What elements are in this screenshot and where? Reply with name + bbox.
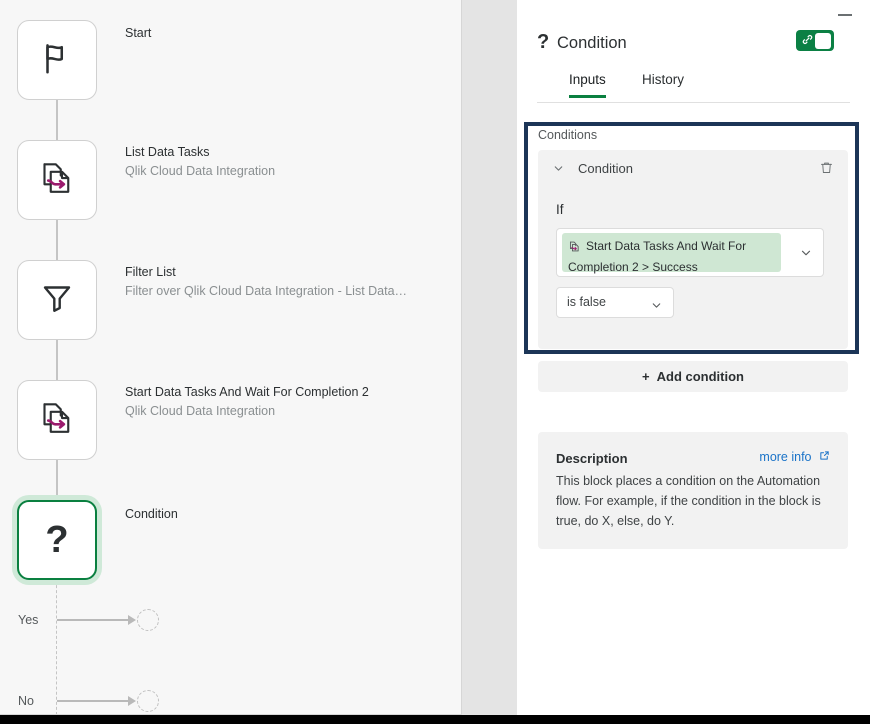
flow-canvas[interactable]: Start List Data Tasks Qlik Cloud Data In… <box>0 0 462 715</box>
question-icon: ? <box>45 519 69 561</box>
branch-line-no <box>57 700 129 702</box>
flow-node-list-data-tasks[interactable] <box>17 140 97 220</box>
data-task-icon <box>568 240 581 258</box>
flow-node-condition-label: Condition <box>125 505 178 524</box>
flow-node-title: List Data Tasks <box>125 145 210 159</box>
description-card: Description more info This block places … <box>538 432 848 549</box>
connector-startdata-condition <box>56 459 58 501</box>
branch-label-yes: Yes <box>18 613 39 627</box>
branch-line-yes <box>57 619 129 621</box>
flow-node-title: Start Data Tasks And Wait For Completion… <box>125 385 369 399</box>
enabled-toggle[interactable] <box>796 30 834 51</box>
chevron-down-icon[interactable] <box>799 246 813 265</box>
filter-icon <box>39 280 75 321</box>
link-icon <box>801 33 814 51</box>
chevron-down-icon <box>650 299 663 317</box>
plus-icon: + <box>642 369 650 384</box>
flow-node-subtitle: Qlik Cloud Data Integration <box>125 163 276 178</box>
flow-node-filter-list[interactable] <box>17 260 97 340</box>
screenshot-bottom-border <box>0 715 870 724</box>
panel-header: ? Condition <box>517 30 870 62</box>
flow-node-title: Condition <box>125 507 178 521</box>
if-label: If <box>556 202 564 217</box>
automation-editor-screen: Start List Data Tasks Qlik Cloud Data In… <box>0 0 870 724</box>
add-condition-button[interactable]: + Add condition <box>538 361 848 392</box>
chevron-down-icon[interactable] <box>552 162 565 180</box>
branch-arrow-yes <box>128 615 136 625</box>
more-info-link[interactable]: more info <box>759 450 830 464</box>
tab-history[interactable]: History <box>642 72 684 95</box>
flow-node-filter-list-label: Filter List Filter over Qlik Cloud Data … <box>125 263 407 301</box>
data-task-icon <box>37 398 77 443</box>
tab-inputs[interactable]: Inputs <box>569 72 606 98</box>
operator-value: is false <box>567 295 606 309</box>
more-info-label: more info <box>759 450 812 464</box>
operator-select[interactable]: is false <box>556 287 674 318</box>
toggle-knob <box>815 32 831 49</box>
branch-placeholder-yes[interactable] <box>137 609 159 631</box>
variable-token[interactable]: Start Data Tasks And Wait For Completion… <box>562 233 781 274</box>
condition-card: Condition If Start Data Tasks And Wait F… <box>538 150 848 349</box>
connector-start-list <box>56 99 58 141</box>
flow-node-start[interactable] <box>17 20 97 100</box>
description-body: This block places a condition on the Aut… <box>556 474 821 528</box>
canvas-panel-gutter <box>462 0 517 715</box>
connector-condition-branches <box>56 580 57 714</box>
flow-node-list-data-tasks-label: List Data Tasks Qlik Cloud Data Integrat… <box>125 143 275 181</box>
flag-icon <box>38 39 76 82</box>
variable-token-line2: Completion 2 > Success <box>568 260 698 274</box>
branch-arrow-no <box>128 696 136 706</box>
flow-node-start-label: Start <box>125 24 151 43</box>
conditions-section-label: Conditions <box>538 128 598 142</box>
condition-name: Condition <box>578 161 633 176</box>
flow-node-subtitle: Filter over Qlik Cloud Data Integration … <box>125 283 408 298</box>
branch-label-no: No <box>18 694 34 708</box>
external-link-icon <box>819 450 830 464</box>
branch-placeholder-no[interactable] <box>137 690 159 712</box>
flow-node-title: Filter List <box>125 265 176 279</box>
minimize-icon[interactable] <box>838 14 852 16</box>
flow-node-start-data-tasks-2-label: Start Data Tasks And Wait For Completion… <box>125 383 369 421</box>
data-task-icon <box>37 158 77 203</box>
page-title: Condition <box>557 34 627 52</box>
flow-node-start-data-tasks-2[interactable] <box>17 380 97 460</box>
condition-card-header: Condition <box>538 150 848 190</box>
panel-tabs: Inputs History <box>537 72 850 103</box>
trash-icon[interactable] <box>819 160 834 180</box>
variable-token-line1: Start Data Tasks And Wait For <box>586 239 747 253</box>
question-icon: ? <box>537 31 550 53</box>
flow-node-condition[interactable]: ? <box>17 500 97 580</box>
flow-node-subtitle: Qlik Cloud Data Integration <box>125 403 276 418</box>
connector-list-filter <box>56 219 58 261</box>
flow-node-title: Start <box>125 26 152 40</box>
description-title: Description <box>556 451 628 466</box>
condition-value-field[interactable]: Start Data Tasks And Wait For Completion… <box>556 228 824 277</box>
connector-filter-startdata <box>56 339 58 381</box>
add-condition-label: Add condition <box>656 369 744 384</box>
